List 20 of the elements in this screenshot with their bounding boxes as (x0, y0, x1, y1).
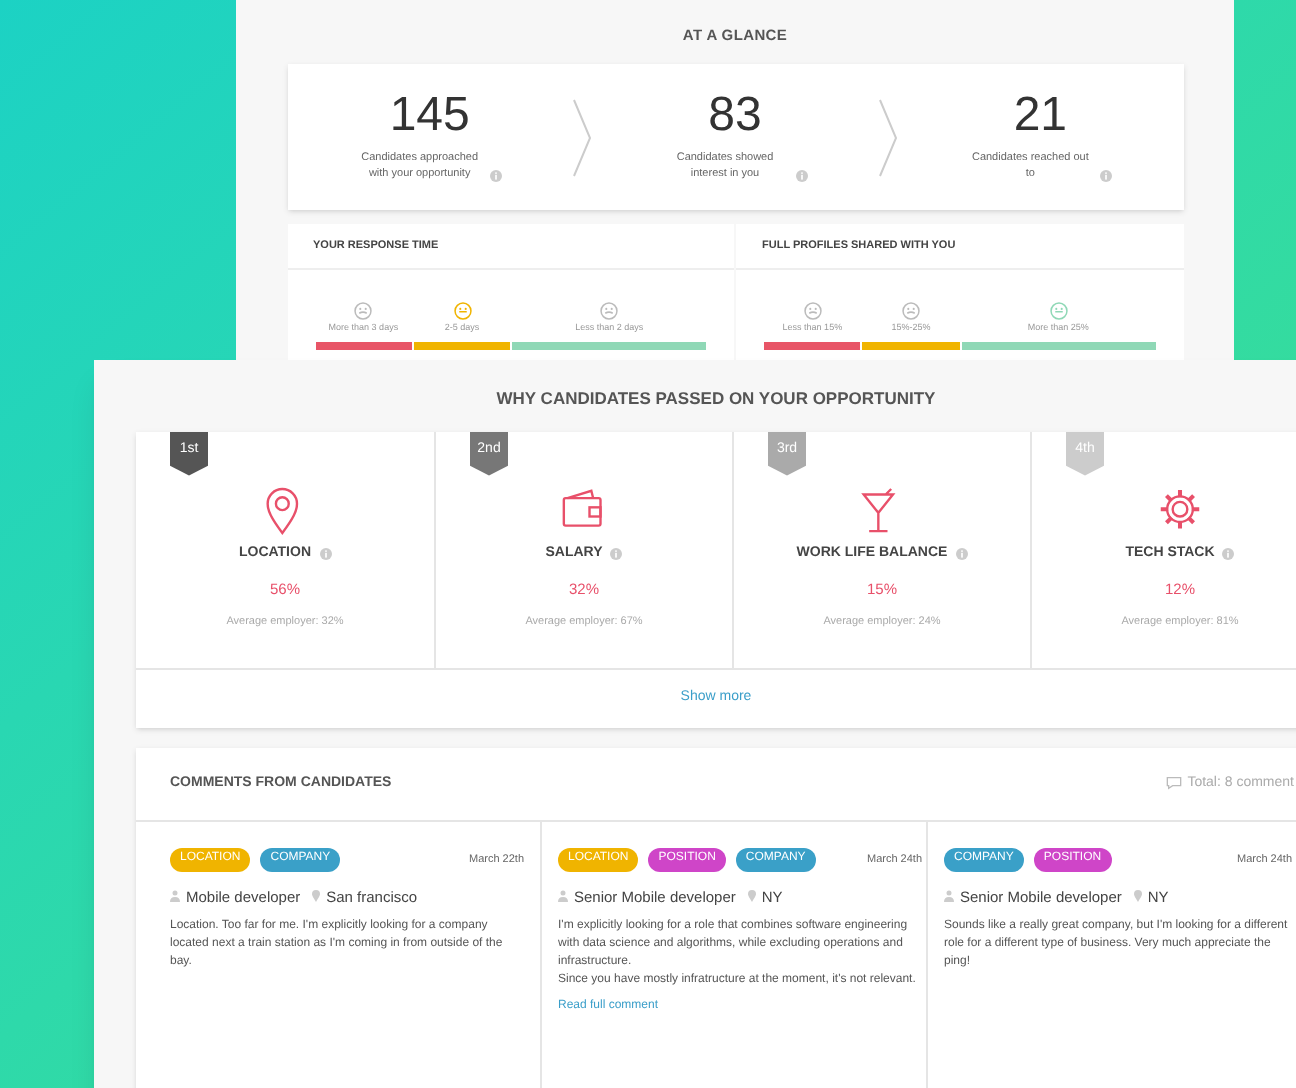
person-icon (558, 890, 568, 903)
info-icon (955, 548, 968, 560)
speech-bubble-icon (1165, 776, 1182, 791)
info-icon (1100, 170, 1113, 183)
chevron-icon (877, 97, 898, 178)
info-icon (489, 170, 502, 183)
stat-value: 83 (708, 92, 762, 141)
person-icon (944, 890, 954, 903)
info-icon (610, 548, 623, 560)
stat-value: 145 (389, 92, 470, 141)
info-icon (795, 170, 807, 183)
person-icon (170, 890, 180, 903)
map-pin-icon (747, 890, 756, 903)
info-icon (1222, 548, 1235, 560)
panel-title: WHY CANDIDATES PASSED ON YOUR OPPORTUNITY (494, 386, 938, 412)
map-pin-icon (1133, 890, 1142, 903)
chevron-icon (572, 97, 593, 178)
info-icon (319, 548, 332, 560)
stat-value: 21 (1013, 92, 1068, 141)
map-pin-icon (312, 890, 321, 903)
